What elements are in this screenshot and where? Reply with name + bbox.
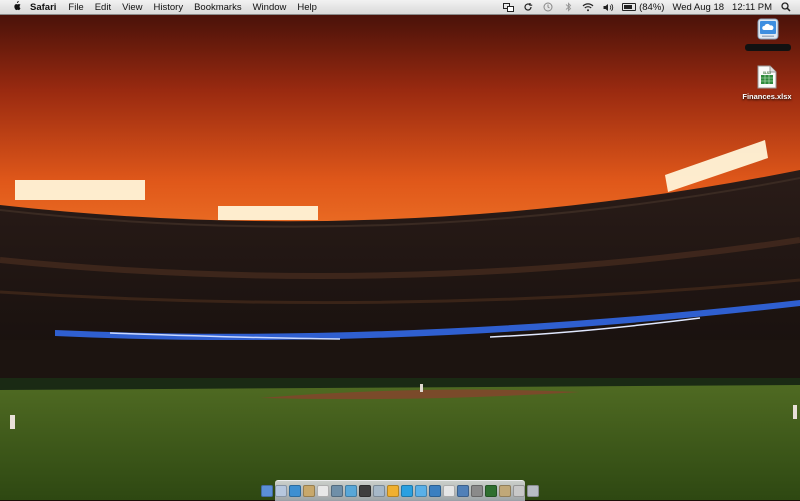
dock-textedit-app-icon[interactable] xyxy=(443,485,455,497)
menu-help[interactable]: Help xyxy=(297,2,317,13)
menu-window[interactable]: Window xyxy=(253,2,287,13)
dock-photobooth-app-icon[interactable] xyxy=(359,485,371,497)
desktop-icon-label-redacted xyxy=(745,44,791,51)
desktop-icon-label: Finances.xlsx xyxy=(742,92,792,101)
dock-downloads-folder-icon[interactable] xyxy=(513,485,525,497)
desktop-icon-finances[interactable]: XLSX Finances.xlsx xyxy=(732,65,800,101)
dock-xcode-app-icon[interactable] xyxy=(457,485,469,497)
spotlight-icon[interactable] xyxy=(780,1,792,13)
screen-mirroring-icon[interactable] xyxy=(502,1,514,13)
dock xyxy=(261,480,539,501)
dock-safari-app-icon[interactable] xyxy=(289,485,301,497)
xlsx-file-icon: XLSX xyxy=(757,65,777,89)
menu-edit[interactable]: Edit xyxy=(95,2,111,13)
dock-activity-monitor-app-icon[interactable] xyxy=(485,485,497,497)
dock-trash-app-icon[interactable] xyxy=(527,485,539,497)
xlsx-badge: XLSX xyxy=(763,71,772,75)
volume-icon[interactable] xyxy=(602,1,614,13)
desktop-icon-cloud-drive[interactable] xyxy=(733,18,800,51)
battery-fill xyxy=(624,5,633,9)
time-machine-icon[interactable] xyxy=(542,1,554,13)
sync-icon[interactable] xyxy=(522,1,534,13)
apple-icon[interactable] xyxy=(10,0,22,14)
dock-itunes-app-icon[interactable] xyxy=(345,485,357,497)
dock-spaces-app-icon[interactable] xyxy=(429,485,441,497)
menu-file[interactable]: File xyxy=(68,2,83,13)
dock-preview-app-icon[interactable] xyxy=(373,485,385,497)
cloud-drive-icon xyxy=(757,18,779,40)
wifi-icon[interactable] xyxy=(582,1,594,13)
dock-finder-app-icon[interactable] xyxy=(261,485,273,497)
dock-system-preferences-app-icon[interactable] xyxy=(471,485,483,497)
dock-ical-app-icon[interactable] xyxy=(317,485,329,497)
dock-adium-app-icon[interactable] xyxy=(387,485,399,497)
dock-mail-app-icon[interactable] xyxy=(275,485,287,497)
dock-skype-app-icon[interactable] xyxy=(401,485,413,497)
status-area: (84%) Wed Aug 18 12:11 PM xyxy=(502,1,792,13)
menu-app-name[interactable]: Safari xyxy=(30,2,56,13)
clock-date[interactable]: Wed Aug 18 xyxy=(672,2,724,13)
battery-percent: (84%) xyxy=(639,1,665,13)
menu-bar: Safari File Edit View History Bookmarks … xyxy=(0,0,800,15)
menu-bookmarks[interactable]: Bookmarks xyxy=(194,2,242,13)
battery-status[interactable]: (84%) xyxy=(622,2,664,13)
dock-ichat-app-icon[interactable] xyxy=(415,485,427,497)
dock-addressbook-app-icon[interactable] xyxy=(303,485,315,497)
bluetooth-icon[interactable] xyxy=(562,1,574,13)
desktop-wallpaper xyxy=(0,0,800,500)
menu-history[interactable]: History xyxy=(154,2,184,13)
battery-icon xyxy=(622,3,637,11)
dock-iphoto-app-icon[interactable] xyxy=(331,485,343,497)
clock-time[interactable]: 12:11 PM xyxy=(732,2,772,13)
dock-documents-folder-icon[interactable] xyxy=(499,485,511,497)
menu-view[interactable]: View xyxy=(122,2,142,13)
